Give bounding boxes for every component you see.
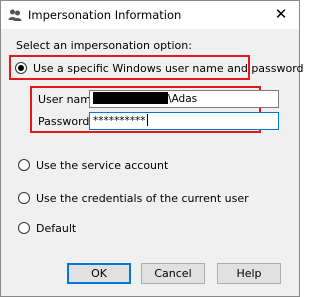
radio-button[interactable] <box>18 192 30 204</box>
ok-button[interactable]: OK <box>67 263 131 284</box>
radio-button[interactable] <box>18 222 30 234</box>
redacted-domain <box>93 92 168 104</box>
window-title: Impersonation Information <box>28 8 182 22</box>
radio-service-account[interactable]: Use the service account <box>18 157 168 173</box>
username-input[interactable]: \Adas <box>89 90 279 108</box>
cancel-button[interactable]: Cancel <box>141 263 205 284</box>
radio-default[interactable]: Default <box>18 220 76 236</box>
password-value: ********** <box>93 115 146 127</box>
impersonation-dialog: Impersonation Information ✕ Select an im… <box>0 0 304 297</box>
radio-button-checked[interactable] <box>15 62 27 74</box>
radio-label: Use a specific Windows user name and pas… <box>33 61 304 75</box>
password-label: Password: <box>38 115 94 128</box>
username-suffix: \Adas <box>168 93 198 105</box>
text-caret <box>146 114 148 126</box>
radio-label: Default <box>36 221 77 235</box>
impersonation-prompt: Select an impersonation option: <box>16 39 192 52</box>
users-icon <box>8 8 22 22</box>
radio-button[interactable] <box>18 159 30 171</box>
close-icon[interactable]: ✕ <box>273 5 289 23</box>
password-input[interactable]: ********** <box>89 112 279 130</box>
radio-label: Use the credentials of the current user <box>36 191 249 205</box>
radio-current-user[interactable]: Use the credentials of the current user <box>18 190 249 206</box>
radio-specific-user[interactable]: Use a specific Windows user name and pas… <box>15 60 304 76</box>
title-bar[interactable]: Impersonation Information ✕ <box>1 1 299 29</box>
radio-label: Use the service account <box>36 158 169 172</box>
help-button[interactable]: Help <box>217 263 281 284</box>
